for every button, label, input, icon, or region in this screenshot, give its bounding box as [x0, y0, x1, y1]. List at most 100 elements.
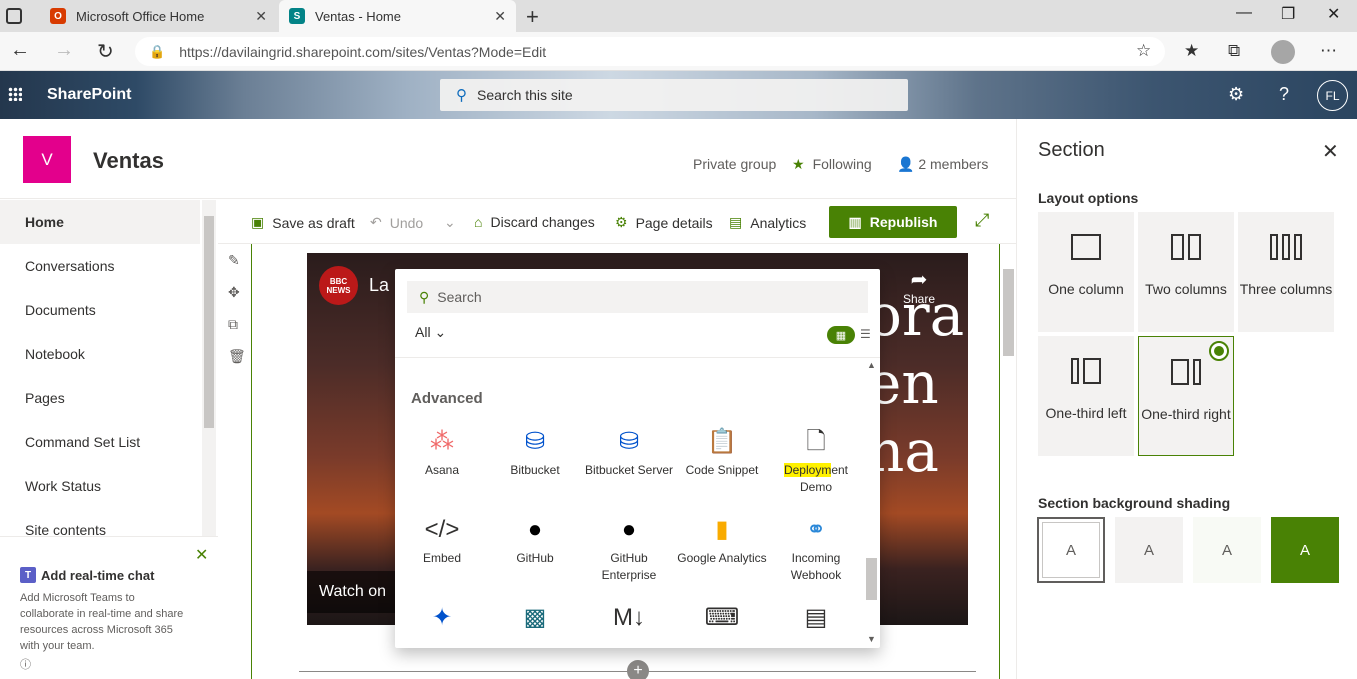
tile-incoming-webhook[interactable]: ⚭ Incoming Webhook [771, 512, 861, 584]
add-section-button[interactable]: + [627, 660, 649, 679]
delete-icon[interactable]: 🗑 [228, 348, 246, 365]
tile-bitbucket-server[interactable]: ⛁ Bitbucket Server [584, 424, 674, 479]
site-title[interactable]: Ventas [93, 148, 164, 174]
restore-icon[interactable]: ❐ [1281, 4, 1295, 24]
members-label: 2 members [918, 156, 989, 172]
tile-partial[interactable]: ✦ [397, 600, 487, 638]
save-draft-button[interactable]: ▣ Save as draft [251, 214, 355, 231]
shading-none[interactable]: A [1037, 517, 1105, 583]
nav-item-work-status[interactable]: Work Status [0, 464, 218, 508]
scroll-thumb[interactable] [204, 216, 214, 428]
close-icon[interactable]: ✕ [195, 545, 208, 565]
republish-button[interactable]: ▥ Republish [829, 206, 957, 238]
canvas-scrollbar[interactable] [1001, 244, 1016, 679]
more-icon[interactable]: ⋯ [1320, 41, 1337, 61]
help-icon[interactable]: ? [1279, 84, 1289, 105]
nav-item-conversations[interactable]: Conversations [0, 244, 218, 288]
scroll-down-icon[interactable]: ▼ [867, 634, 876, 644]
favorites-icon[interactable]: ★ [1184, 41, 1199, 61]
forward-icon[interactable]: → [54, 39, 74, 62]
layout-one-third-right[interactable]: One-third right [1138, 336, 1234, 456]
site-search-input[interactable]: ⚲ Search this site [440, 79, 908, 111]
shading-neutral[interactable]: A [1115, 517, 1183, 583]
close-tab-icon[interactable]: ✕ [255, 8, 267, 25]
refresh-icon[interactable]: ↻ [97, 39, 114, 64]
tab-actions-icon[interactable] [6, 8, 22, 24]
layout-label: One-third right [1141, 406, 1231, 422]
app-launcher-icon[interactable] [8, 87, 22, 101]
app-name[interactable]: SharePoint [47, 86, 131, 104]
tile-github[interactable]: ● GitHub [490, 512, 580, 567]
members-button[interactable]: 👤 2 members [897, 156, 988, 173]
save-icon: ▣ [251, 214, 265, 230]
nav-item-documents[interactable]: Documents [0, 288, 218, 332]
tile-code-snippet[interactable]: 📋 Code Snippet [677, 424, 767, 479]
toolbox-search-input[interactable]: ⚲ Search [407, 281, 868, 313]
duplicate-icon[interactable]: ⧉ [228, 316, 238, 333]
layout-three-columns[interactable]: Three columns [1238, 212, 1334, 332]
tile-partial[interactable]: ▤ [771, 600, 861, 638]
lock-icon[interactable]: 🔒 [149, 44, 165, 60]
teams-card-title[interactable]: T Add real-time chat [20, 567, 218, 583]
shading-soft[interactable]: A [1193, 517, 1261, 583]
user-avatar[interactable]: FL [1317, 80, 1348, 111]
undo-button[interactable]: ↶ Undo [370, 214, 423, 231]
url-field[interactable]: 🔒 https://davilaingrid.sharepoint.com/si… [135, 37, 1165, 66]
browser-tab-office[interactable]: O Microsoft Office Home ✕ [40, 0, 277, 32]
move-icon[interactable]: ✥ [228, 284, 240, 301]
expand-icon[interactable]: ⤢ [975, 210, 989, 231]
site-logo[interactable]: V [23, 136, 71, 183]
watch-on-youtube[interactable]: Watch on [307, 571, 398, 613]
tile-deployment-demo[interactable]: 🗋 Deployment Demo [771, 424, 861, 496]
republish-label: Republish [869, 214, 938, 230]
scroll-thumb[interactable] [1003, 269, 1014, 356]
nav-item-home[interactable]: Home [0, 200, 200, 244]
scroll-thumb[interactable] [866, 558, 877, 600]
tile-partial[interactable]: ▩ [490, 600, 580, 638]
nav-item-command-set-list[interactable]: Command Set List [0, 420, 218, 464]
undo-dropdown-icon[interactable]: ⌄ [444, 214, 456, 231]
edit-webpart-icon[interactable]: ✎ [228, 252, 240, 269]
browser-tab-ventas[interactable]: S Ventas - Home ✕ [279, 0, 516, 32]
list-view-icon[interactable]: ☰ [860, 327, 871, 341]
nav-item-pages[interactable]: Pages [0, 376, 218, 420]
layout-one-column[interactable]: One column [1038, 212, 1134, 332]
settings-icon[interactable]: ⚙ [1228, 84, 1244, 105]
add-favorite-icon[interactable]: ☆ [1136, 41, 1151, 61]
tile-google-analytics[interactable]: ▮ Google Analytics [677, 512, 767, 567]
shading-strong[interactable]: A [1271, 517, 1339, 583]
tile-github-enterprise[interactable]: ● GitHub Enterprise [584, 512, 674, 584]
new-tab-icon[interactable]: + [526, 4, 539, 30]
nav-scrollbar[interactable] [202, 200, 216, 536]
video-title[interactable]: La [369, 275, 389, 296]
close-window-icon[interactable]: ✕ [1327, 4, 1340, 24]
scroll-up-icon[interactable]: ▲ [867, 360, 876, 370]
tile-embed[interactable]: </> Embed [397, 512, 487, 567]
bitbucket-icon: ⛁ [524, 427, 546, 455]
category-filter-dropdown[interactable]: All ⌄ [415, 324, 446, 341]
collections-icon[interactable]: ⧉ [1228, 41, 1240, 61]
close-icon[interactable]: ✕ [1322, 139, 1339, 164]
analytics-button[interactable]: ▤ Analytics [729, 214, 806, 231]
tile-partial[interactable]: ⌨ [677, 600, 767, 638]
back-icon[interactable]: ← [10, 39, 30, 62]
profile-avatar[interactable] [1271, 40, 1295, 64]
grid-view-toggle[interactable]: ▦ [827, 326, 855, 344]
embed-icon: </> [424, 515, 460, 543]
tile-asana[interactable]: ⁂ Asana [397, 424, 487, 479]
layout-one-third-left[interactable]: One-third left [1038, 336, 1134, 456]
info-icon[interactable]: ⓘ [20, 656, 218, 672]
toolbox-scrollbar[interactable]: ▲ ▼ [863, 358, 880, 648]
tile-bitbucket[interactable]: ⛁ Bitbucket [490, 424, 580, 479]
close-tab-icon[interactable]: ✕ [494, 8, 506, 25]
layout-two-columns[interactable]: Two columns [1138, 212, 1234, 332]
minimize-icon[interactable]: — [1236, 4, 1252, 22]
follow-button[interactable]: ★ Following [792, 156, 872, 173]
bbc-news-logo[interactable]: BBC NEWS [319, 266, 358, 305]
page-details-button[interactable]: ⚙ Page details [615, 214, 713, 231]
tile-partial[interactable]: M↓ [584, 600, 674, 638]
shading-glyph: A [1065, 541, 1076, 559]
nav-item-notebook[interactable]: Notebook [0, 332, 218, 376]
nav-item-site-contents[interactable]: Site contents [0, 508, 218, 536]
discard-changes-button[interactable]: ⌂ Discard changes [474, 214, 595, 230]
